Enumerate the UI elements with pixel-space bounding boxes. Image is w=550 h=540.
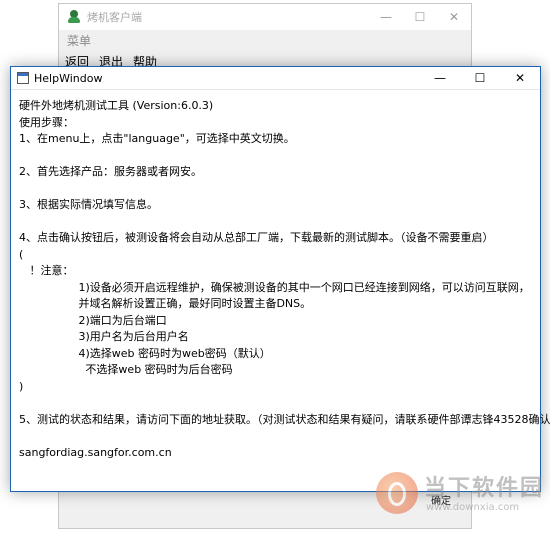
help-line-blank: [19, 214, 532, 231]
help-line: 3、根据实际情况填写信息。: [19, 198, 158, 211]
bg-close-button[interactable]: ✕: [437, 4, 471, 30]
help-window-titlebar[interactable]: HelpWindow — ☐ ✕: [11, 67, 540, 90]
confirm-button[interactable]: 确定: [417, 490, 465, 508]
bg-minimize-button[interactable]: —: [369, 4, 403, 30]
help-line-title: 硬件外地烤机测试工具 (Version:6.0.3): [19, 99, 214, 112]
help-line: 5、测试的状态和结果，请访问下面的地址获取。（对测试状态和结果有疑问，请联系硬件…: [19, 412, 550, 426]
help-line: 使用步骤：: [19, 115, 74, 129]
help-line-note: 4)选择web 密码时为web密码（默认）: [19, 346, 271, 360]
bg-window-titlebar[interactable]: 烤机客户端 — ☐ ✕: [59, 4, 471, 30]
help-line: (: [19, 247, 24, 261]
help-line: 4、点击确认按钮后，被测设备将会自动从总部工厂端，下载最新的测试脚本。（设备不需…: [19, 231, 494, 244]
help-close-button[interactable]: ✕: [500, 67, 540, 89]
help-line: ): [19, 379, 24, 393]
help-content: 硬件外地烤机测试工具 (Version:6.0.3) 使用步骤： 1、在menu…: [11, 90, 550, 461]
help-maximize-button[interactable]: ☐: [460, 67, 500, 89]
help-line-note: 1)设备必须开启远程维护，确保被测设备的其中一个网口已经连接到网络，可以访问互联…: [19, 280, 530, 294]
help-line-note: 2)端口为后台端口: [19, 313, 167, 327]
help-line-url: sangfordiag.sangfor.com.cn: [19, 445, 172, 459]
help-line-note-header: ！注意：: [19, 264, 74, 277]
help-line-note: 不选择web 密码时为后台密码: [19, 363, 233, 376]
help-line-blank: [19, 148, 532, 165]
help-window-title: HelpWindow: [34, 71, 103, 85]
help-window: HelpWindow — ☐ ✕ 硬件外地烤机测试工具 (Version:6.0…: [10, 66, 550, 492]
help-line: 2、首先选择产品：服务器或者网安。: [19, 165, 202, 178]
app-person-icon: [67, 10, 81, 24]
help-line-note: 3)用户名为后台用户名: [19, 330, 189, 343]
help-line-note: 并域名解析设置正确，最好同时设置主备DNS。: [19, 297, 312, 310]
bg-window-title: 烤机客户端: [87, 11, 142, 24]
menu-label[interactable]: 菜单: [67, 32, 91, 49]
help-line-blank: [19, 395, 532, 412]
window-icon: [17, 72, 29, 84]
help-line: 1、在menu上，点击"language"，可选择中英文切换。: [19, 132, 295, 145]
help-line-blank: [19, 181, 532, 198]
help-line-blank: [19, 428, 532, 445]
bg-menu-header: 菜单: [59, 30, 471, 50]
help-minimize-button[interactable]: —: [420, 67, 460, 89]
bg-maximize-button[interactable]: ☐: [403, 4, 437, 30]
